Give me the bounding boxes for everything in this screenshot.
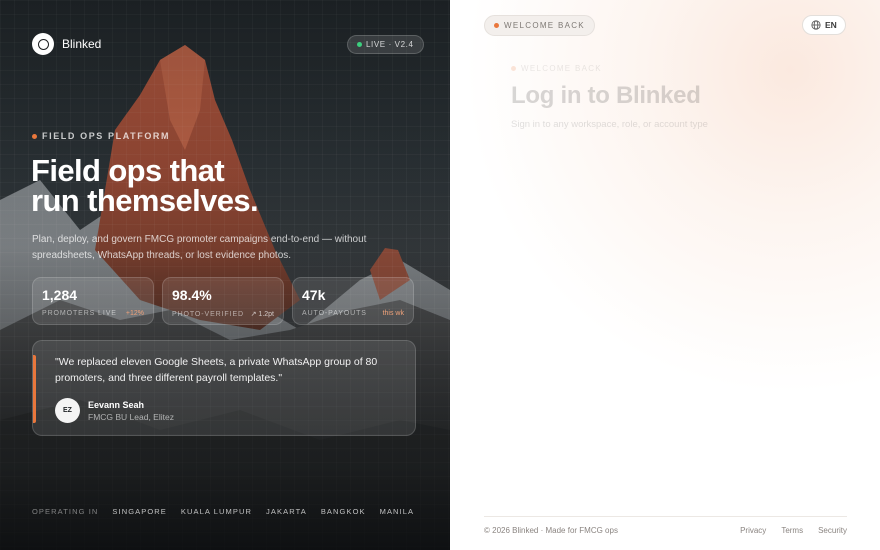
live-badge-label: LIVE · V2.4 (366, 40, 414, 49)
quote-accent-bar (33, 355, 36, 423)
login-panel: WELCOME BACK EN WELCOME BACK Log in to B… (450, 0, 880, 550)
stat-card-auto-payouts: 47k AUTO-PAYOUTS this wk (292, 277, 414, 325)
live-version-badge: LIVE · V2.4 (347, 35, 424, 54)
city-item: MANILA (379, 507, 415, 516)
city-item: BANGKOK (320, 507, 366, 516)
footer-divider (484, 516, 847, 517)
form-subtitle: Sign in to any workspace, role, or accou… (511, 119, 708, 130)
pill-dot-icon (494, 23, 499, 28)
stat-value: 47k (302, 287, 326, 303)
hero-headline: Field ops that run themselves. (31, 153, 351, 218)
stats-row: 1,284 PROMOTERS LIVE +12% 98.4% PHOTO-VE… (32, 277, 414, 325)
stat-delta: ↗ 1.2pt (250, 311, 274, 318)
footer-links: Privacy Terms Security (740, 526, 847, 535)
stat-delta: +12% (125, 310, 144, 317)
stat-card-photo-verified: 98.4% PHOTO-VERIFIED ↗ 1.2pt (162, 277, 284, 325)
author-role: FMCG BU Lead, Elitez (88, 411, 174, 422)
form-eyebrow-dot-icon (511, 66, 516, 71)
security-link[interactable]: Security (818, 526, 847, 535)
hero-shade (0, 0, 450, 550)
live-dot-icon (357, 42, 362, 47)
stat-card-promoters: 1,284 PROMOTERS LIVE +12% (32, 277, 154, 325)
welcome-pill-label: WELCOME BACK (504, 21, 585, 30)
stat-label: PHOTO-VERIFIED (172, 310, 244, 318)
city-item: SINGAPORE (112, 507, 167, 516)
stat-label: AUTO-PAYOUTS (302, 310, 367, 317)
testimonial-quote: "We replaced eleven Google Sheets, a pri… (55, 356, 378, 384)
hero-panel: Blinked LIVE · V2.4 FIELD OPS PLATFORM F… (0, 0, 450, 550)
footer-copyright: © 2026 Blinked · Made for FMCG ops (484, 526, 618, 535)
form-eyebrow-label: WELCOME BACK (521, 64, 602, 73)
eyebrow-label: FIELD OPS PLATFORM (42, 131, 171, 141)
city-item: KUALA LUMPUR (180, 507, 253, 516)
stat-label: PROMOTERS LIVE (42, 310, 117, 317)
logo-icon (32, 33, 54, 55)
operating-cities: OPERATING IN SINGAPORE KUALA LUMPUR JAKA… (32, 507, 414, 516)
brand-name: Blinked (62, 37, 102, 51)
language-selector[interactable]: EN (802, 15, 846, 35)
avatar: EZ (55, 398, 80, 423)
globe-icon (811, 20, 821, 30)
form-title: Log in to Blinked (511, 82, 701, 109)
stat-value: 98.4% (172, 287, 212, 303)
eyebrow-dot-icon (32, 133, 37, 139)
brand[interactable]: Blinked (32, 33, 101, 55)
hero-eyebrow: FIELD OPS PLATFORM (32, 131, 170, 141)
testimonial-card: "We replaced eleven Google Sheets, a pri… (32, 340, 416, 436)
headline-line-2: run themselves. (31, 183, 259, 218)
stat-delta: this wk (382, 310, 404, 317)
privacy-link[interactable]: Privacy (740, 526, 766, 535)
testimonial-author: EZ Eevann Seah FMCG BU Lead, Elitez (55, 398, 174, 423)
operating-label: OPERATING IN (32, 507, 99, 516)
city-item: JAKARTA (266, 507, 307, 516)
stat-value: 1,284 (42, 287, 78, 303)
welcome-back-pill: WELCOME BACK (484, 15, 595, 36)
login-form-header: WELCOME BACK Log in to Blinked Sign in t… (511, 64, 708, 130)
form-eyebrow: WELCOME BACK (511, 64, 708, 73)
hero-subcopy: Plan, deploy, and govern FMCG promoter c… (32, 234, 367, 261)
language-label: EN (825, 20, 837, 30)
headline-line-1: Field ops that (31, 153, 225, 188)
terms-link[interactable]: Terms (781, 526, 803, 535)
author-name: Eevann Seah (88, 399, 145, 410)
